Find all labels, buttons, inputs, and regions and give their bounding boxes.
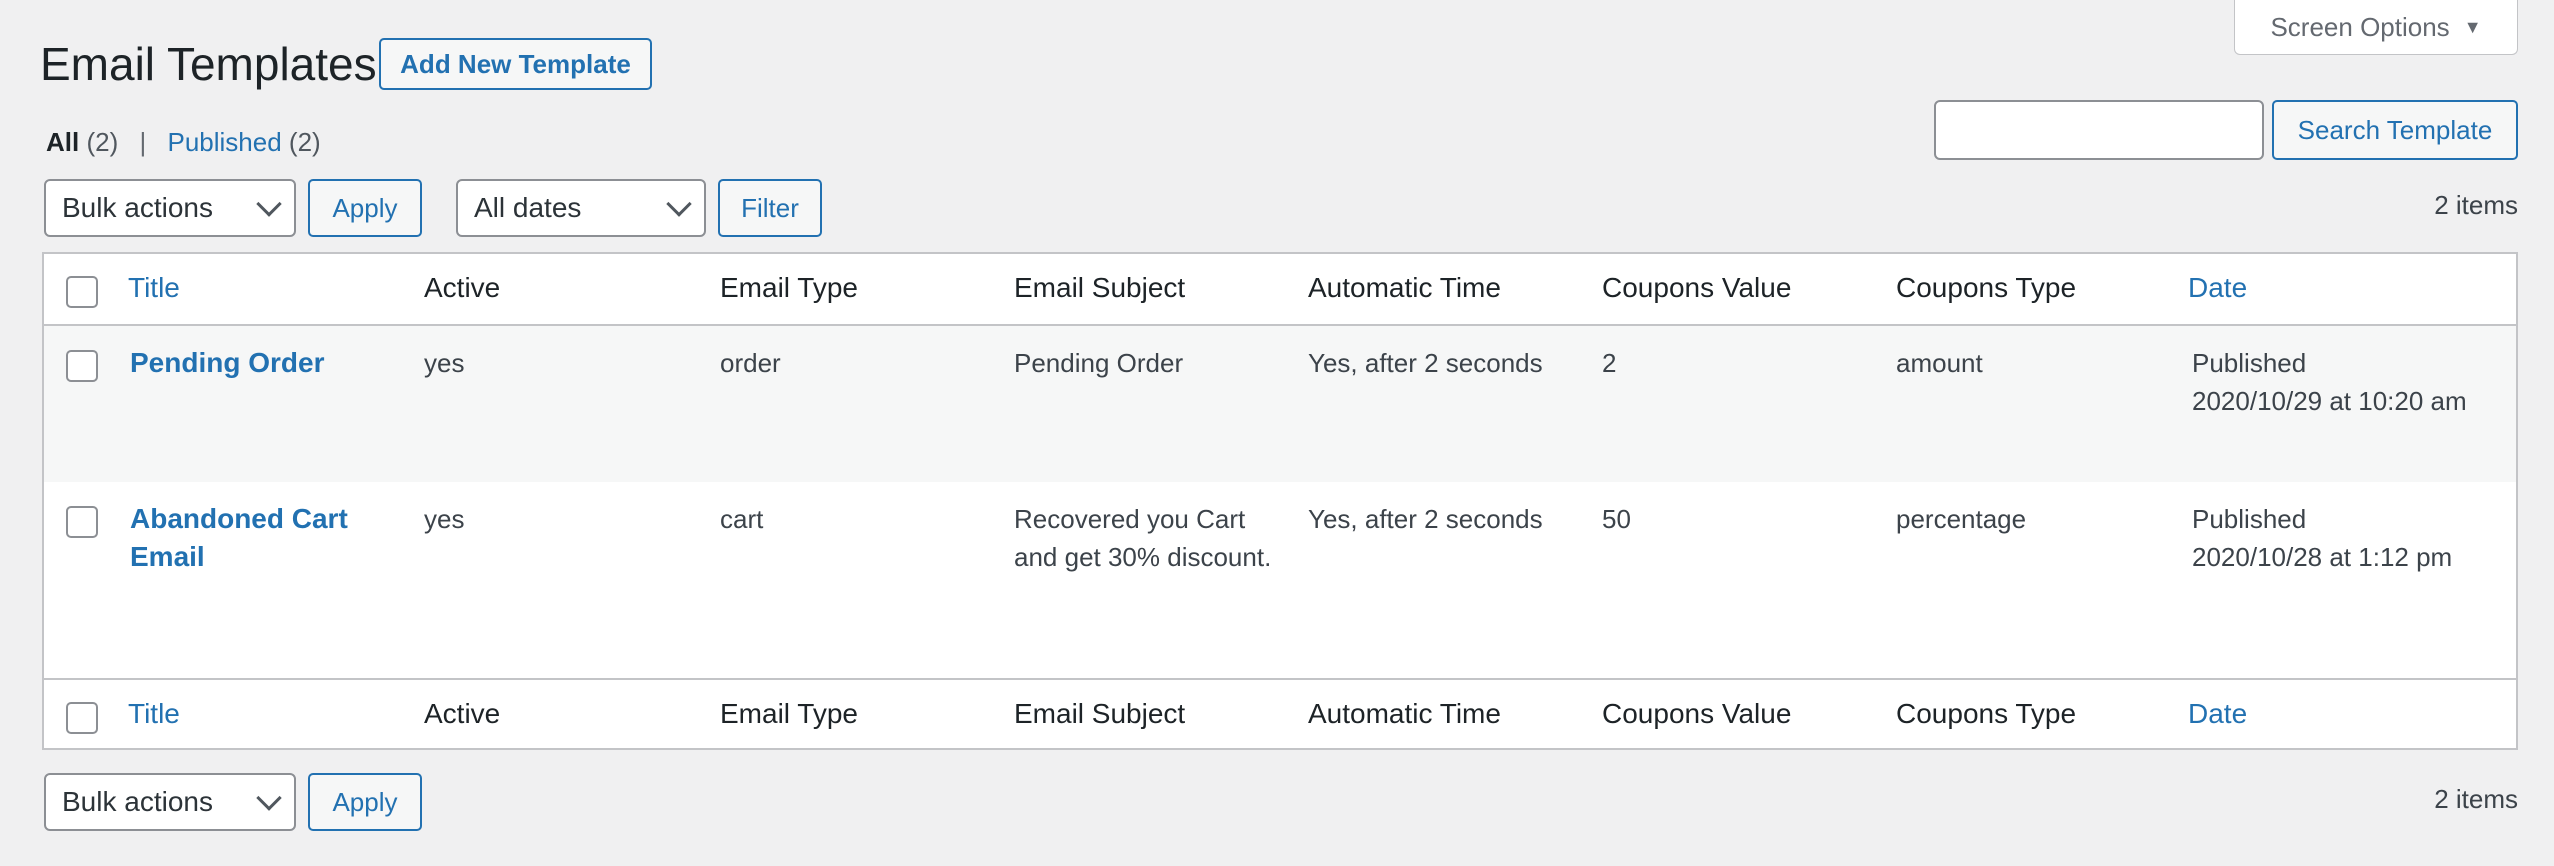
cell-automatic-time: Yes, after 2 seconds xyxy=(1308,504,1543,534)
row-checkbox[interactable] xyxy=(66,506,98,538)
column-coupons-type: Coupons Type xyxy=(1896,272,2077,303)
column-coupons-value: Coupons Value xyxy=(1602,272,1792,303)
cell-coupons-value: 50 xyxy=(1602,504,1631,534)
items-count-bottom: 2 items xyxy=(2434,784,2518,814)
triangle-down-icon: ▼ xyxy=(2463,16,2482,37)
table-row: Pending Order yes order Pending Order Ye… xyxy=(44,326,2516,482)
column-email-type: Email Type xyxy=(720,272,858,303)
column-title-sort-link[interactable]: Title xyxy=(128,698,180,730)
column-coupons-type: Coupons Type xyxy=(1896,698,2077,729)
date-value: 2020/10/29 at 10:20 am xyxy=(2192,386,2467,416)
column-email-subject: Email Subject xyxy=(1014,272,1186,303)
select-all-checkbox-footer[interactable] xyxy=(66,702,98,734)
column-email-type: Email Type xyxy=(720,698,858,729)
bulk-actions-select[interactable]: Bulk actions xyxy=(44,179,296,237)
views-separator: | xyxy=(139,127,147,157)
chevron-down-icon xyxy=(256,191,282,217)
row-title-link[interactable]: Pending Order xyxy=(130,344,390,382)
view-published-count: (2) xyxy=(288,127,321,157)
view-all-link[interactable]: All xyxy=(46,127,79,157)
date-status: Published xyxy=(2192,504,2307,534)
column-title-sort-link[interactable]: Title xyxy=(128,272,180,304)
chevron-down-icon xyxy=(256,785,282,811)
bulk-actions-value: Bulk actions xyxy=(62,786,213,817)
view-all-count: (2) xyxy=(86,127,119,157)
column-automatic-time: Automatic Time xyxy=(1308,698,1501,729)
dates-filter-select[interactable]: All dates xyxy=(456,179,706,237)
column-active: Active xyxy=(424,272,501,303)
cell-automatic-time: Yes, after 2 seconds xyxy=(1308,348,1543,378)
cell-email-subject: Recovered you Cart and get 30% discount. xyxy=(1014,504,1272,572)
bulk-actions-select-bottom[interactable]: Bulk actions xyxy=(44,773,296,831)
column-active: Active xyxy=(424,698,501,729)
dates-filter-value: All dates xyxy=(474,192,582,223)
cell-date: Published 2020/10/29 at 10:20 am xyxy=(2192,344,2467,420)
column-email-subject: Email Subject xyxy=(1014,698,1186,729)
bulk-actions-value: Bulk actions xyxy=(62,192,213,223)
view-published-link[interactable]: Published xyxy=(167,127,281,157)
cell-active: yes xyxy=(424,348,465,378)
screen-options-label: Screen Options xyxy=(2270,11,2450,42)
templates-table: Title Active Email Type Email Subject Au… xyxy=(42,252,2518,750)
table-footer: Title Active Email Type Email Subject Au… xyxy=(44,678,2516,750)
row-checkbox[interactable] xyxy=(66,350,98,382)
cell-email-subject: Pending Order xyxy=(1014,348,1184,378)
date-status: Published xyxy=(2192,348,2307,378)
screen-options-button[interactable]: Screen Options ▼ xyxy=(2234,0,2518,55)
row-title-link[interactable]: Abandoned Cart Email xyxy=(130,500,390,576)
column-date-sort-link[interactable]: Date xyxy=(2188,698,2247,730)
filter-button[interactable]: Filter xyxy=(718,179,822,237)
status-views: All (2) | Published (2) xyxy=(46,124,321,160)
apply-button-bottom[interactable]: Apply xyxy=(308,773,422,831)
search-input[interactable] xyxy=(1934,100,2264,160)
table-row: Abandoned Cart Email yes cart Recovered … xyxy=(44,482,2516,678)
column-date-sort-link[interactable]: Date xyxy=(2188,272,2247,304)
page-title: Email Templates xyxy=(40,38,377,90)
select-all-checkbox[interactable] xyxy=(66,276,98,308)
cell-email-type: order xyxy=(720,348,781,378)
add-new-template-button[interactable]: Add New Template xyxy=(379,38,652,90)
date-value: 2020/10/28 at 1:12 pm xyxy=(2192,542,2453,572)
apply-button[interactable]: Apply xyxy=(308,179,422,237)
cell-email-type: cart xyxy=(720,504,764,534)
search-template-button[interactable]: Search Template xyxy=(2272,100,2518,160)
cell-coupons-type: percentage xyxy=(1896,504,2027,534)
chevron-down-icon xyxy=(666,191,692,217)
cell-coupons-value: 2 xyxy=(1602,348,1617,378)
column-coupons-value: Coupons Value xyxy=(1602,698,1792,729)
cell-date: Published 2020/10/28 at 1:12 pm xyxy=(2192,500,2452,576)
table-header: Title Active Email Type Email Subject Au… xyxy=(44,254,2516,326)
column-automatic-time: Automatic Time xyxy=(1308,272,1501,303)
cell-coupons-type: amount xyxy=(1896,348,1983,378)
items-count: 2 items xyxy=(2434,190,2518,220)
cell-active: yes xyxy=(424,504,465,534)
